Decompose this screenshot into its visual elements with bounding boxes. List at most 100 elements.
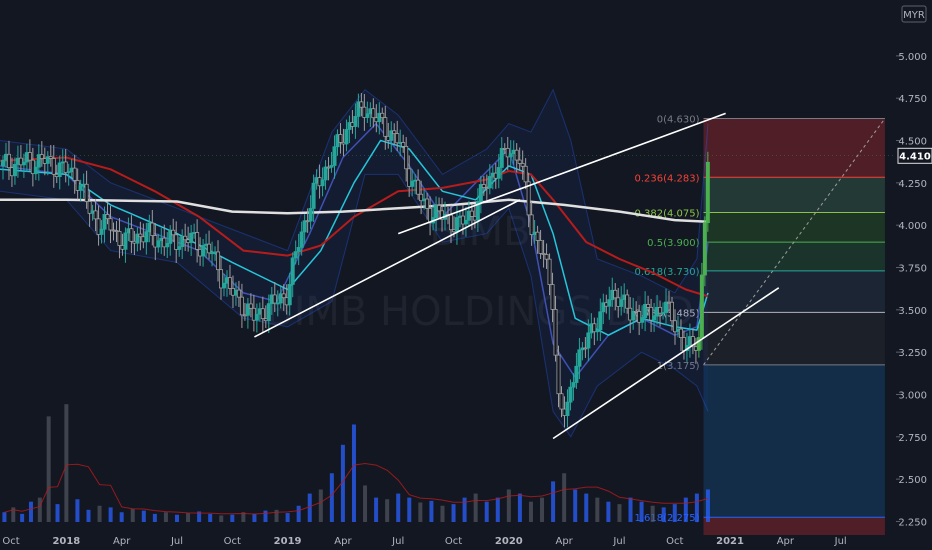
candle-body	[520, 163, 525, 167]
volume-bar	[639, 501, 644, 522]
candle-body	[359, 101, 364, 108]
volume-bar	[318, 489, 323, 522]
candle-body	[320, 179, 325, 187]
time-tick-label: Apr	[334, 536, 352, 547]
volume-bar	[20, 513, 25, 522]
volume-bar	[28, 501, 33, 522]
candle-body	[613, 289, 618, 299]
currency-label: MYR	[903, 10, 925, 21]
candle-body	[574, 365, 579, 383]
candle-body	[272, 294, 277, 304]
candle-body	[571, 382, 576, 388]
candle-body	[523, 165, 528, 183]
candle-body	[586, 332, 591, 349]
candle-body	[481, 184, 486, 188]
candle-body	[6, 153, 11, 169]
candle-body	[670, 301, 675, 322]
candle-body	[165, 243, 170, 248]
volume-bar	[551, 481, 556, 522]
candle-body	[550, 284, 555, 310]
candle-body	[499, 147, 504, 168]
candle-body	[640, 317, 645, 323]
candle-body	[652, 315, 657, 321]
candle-body	[699, 274, 704, 338]
candle-body	[383, 117, 388, 137]
volume-bar	[661, 507, 666, 522]
price-chart[interactable]: BIMB BIMB HOLDINGS BHD 0(4.630)0.236(4.2…	[0, 0, 932, 550]
volume-bar	[584, 493, 589, 522]
candle-body	[344, 129, 349, 145]
candle-body	[189, 232, 194, 243]
candle-body	[404, 145, 409, 170]
candle-body	[496, 167, 501, 179]
candle-body	[565, 401, 570, 416]
candle-body	[227, 277, 232, 289]
candle-body	[287, 284, 292, 306]
volume-bar	[46, 416, 51, 522]
price-tick-label: 3.250	[898, 348, 927, 359]
time-tick-label: Jul	[612, 536, 625, 547]
fib-zone-0	[703, 118, 885, 178]
candle-body	[63, 161, 68, 173]
volume-bar	[97, 505, 102, 522]
candle-body	[538, 240, 543, 254]
candle-body	[207, 243, 212, 254]
fib-zone-0-236	[703, 177, 885, 213]
candle-body	[221, 282, 226, 289]
fib-zone-0-382	[703, 212, 885, 243]
volume-bar	[440, 505, 445, 522]
candle-body	[236, 289, 241, 298]
volume-bar	[407, 497, 412, 522]
fib-zone-1-618	[703, 517, 885, 535]
candle-body	[448, 214, 453, 231]
volume-bar	[119, 512, 124, 522]
candle-body	[425, 198, 430, 209]
candle-body	[410, 180, 415, 187]
candle-body	[84, 183, 89, 202]
fib-label-0: 0(4.630)	[657, 115, 700, 126]
candle-body	[33, 166, 38, 175]
volume-bar	[274, 509, 279, 522]
time-tick-label: Apr	[113, 536, 131, 547]
volume-bar	[484, 501, 489, 522]
price-tick-label: 5.000	[898, 52, 927, 63]
time-tick-label: Oct	[666, 536, 683, 547]
candle-body	[72, 167, 77, 181]
candle-body	[508, 153, 513, 158]
candle-body	[57, 162, 62, 178]
candle-body	[353, 116, 358, 127]
candle-body	[93, 210, 98, 220]
candle-body	[556, 354, 561, 395]
candle-body	[454, 217, 459, 233]
volume-bar	[573, 489, 578, 522]
candle-body	[487, 176, 492, 189]
price-axis-panel	[896, 0, 932, 550]
candle-body	[678, 328, 683, 338]
fib-zone-0-618	[703, 270, 885, 313]
price-tick-label: 4.500	[898, 137, 927, 148]
volume-bar	[451, 504, 456, 522]
candle-body	[239, 296, 244, 316]
volume-bar	[473, 493, 478, 522]
candle-body	[598, 311, 603, 331]
candle-body	[150, 222, 155, 236]
volume-bar	[650, 505, 655, 522]
volume-bar	[219, 515, 224, 522]
volume-bar	[506, 489, 511, 522]
candle-body	[401, 142, 406, 147]
volume-bar	[628, 497, 633, 522]
time-tick-label: Oct	[2, 536, 19, 547]
volume-bar	[517, 493, 522, 522]
candle-body	[195, 232, 200, 250]
time-tick-label: Oct	[445, 536, 462, 547]
price-tick-label: 2.750	[898, 433, 927, 444]
candle-body	[332, 146, 337, 166]
volume-bar	[528, 501, 533, 522]
candle-body	[117, 231, 122, 246]
volume-bar	[329, 473, 334, 522]
candle-body	[437, 205, 442, 212]
candle-body	[371, 108, 376, 119]
candle-body	[27, 152, 32, 161]
candle-body	[144, 231, 149, 243]
candle-body	[535, 231, 540, 241]
